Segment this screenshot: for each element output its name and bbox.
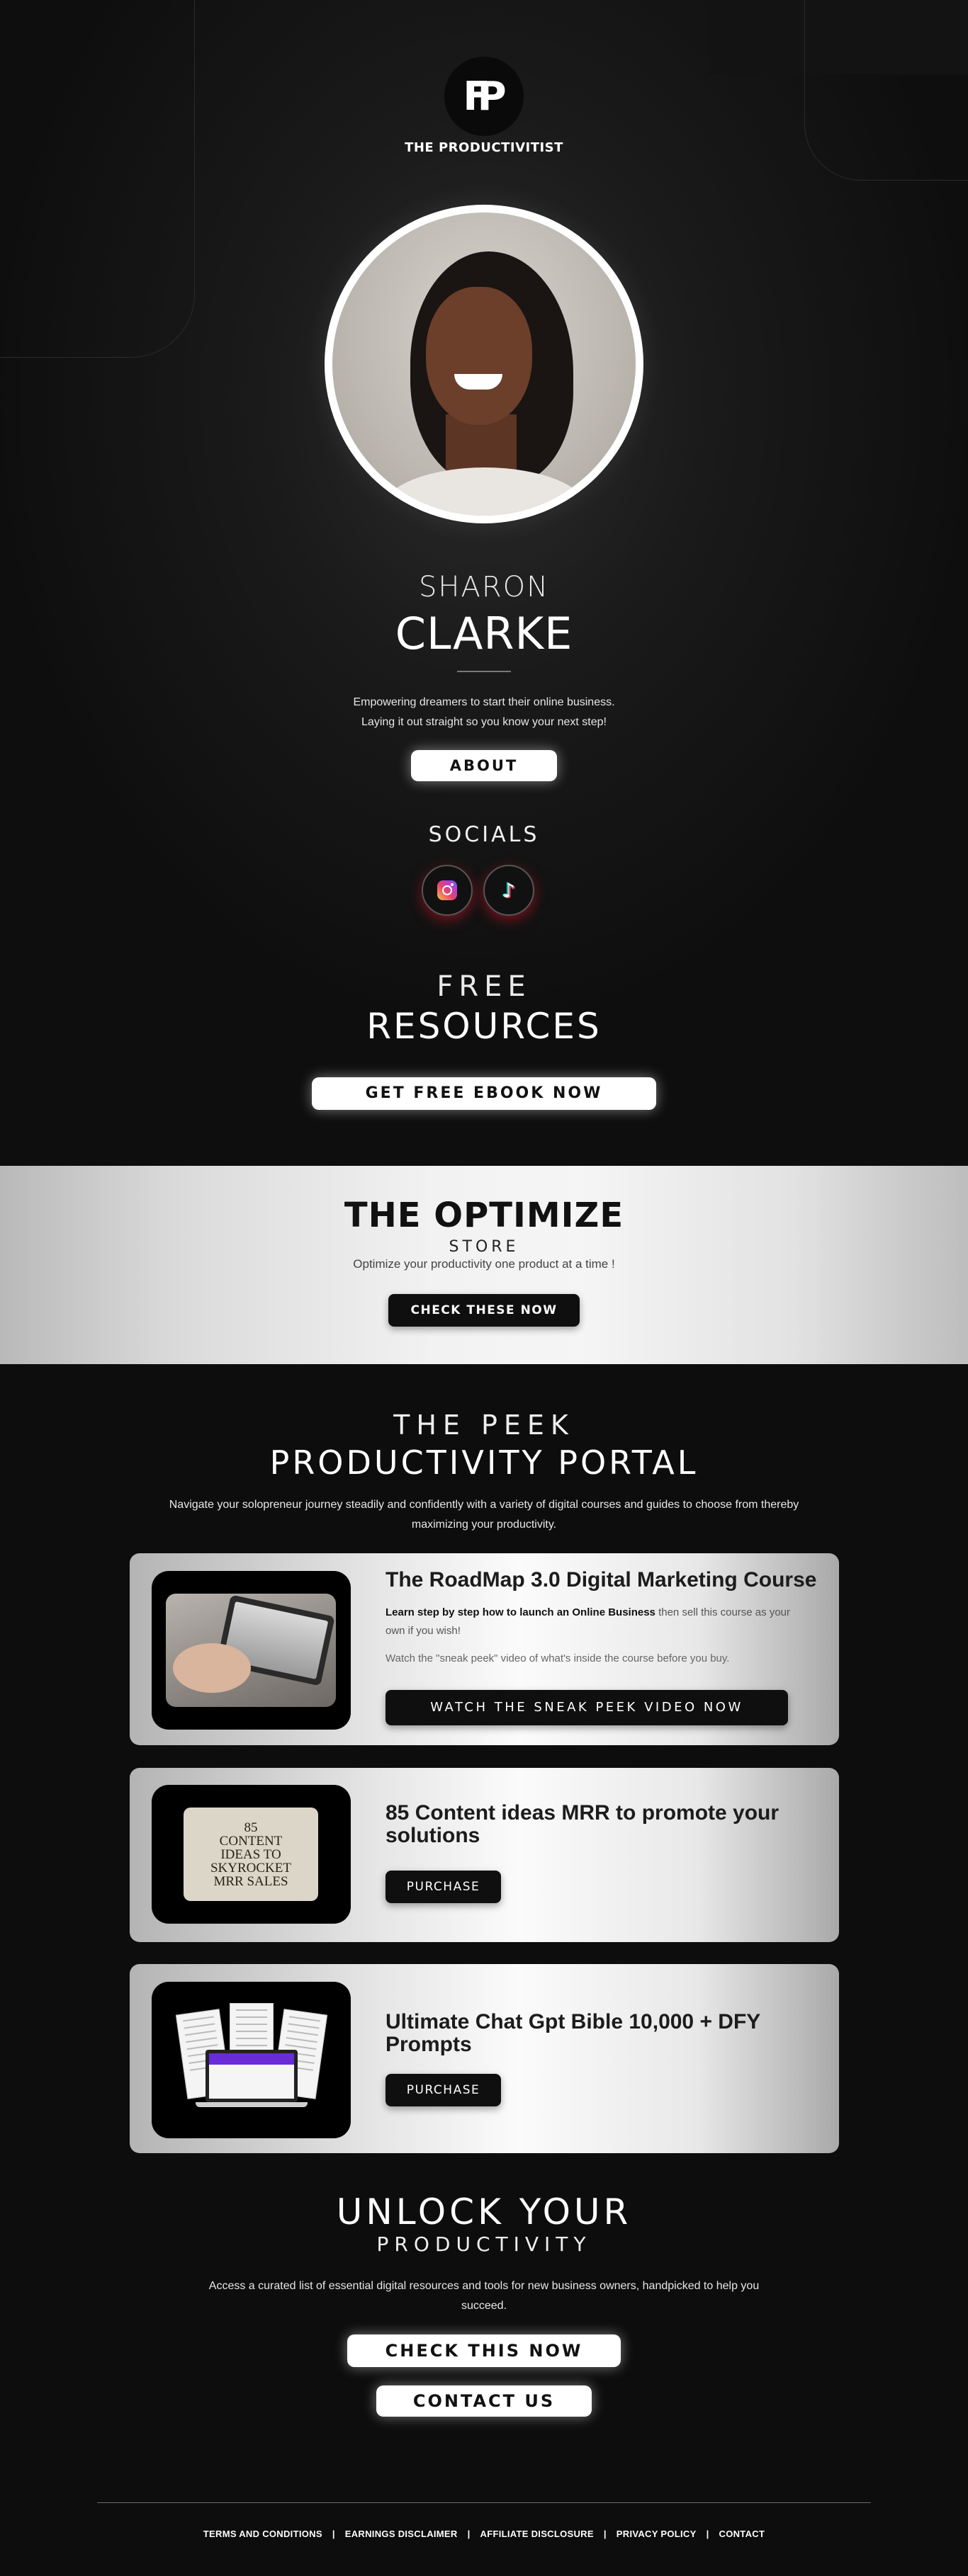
tiktok-icon: ♪	[502, 878, 515, 902]
tiktok-link[interactable]: ♪	[483, 865, 534, 916]
product-title: 85 Content ideas MRR to promote your sol…	[385, 1801, 780, 1847]
decorative-corner-left	[0, 0, 195, 358]
brand-logo-mark: FP	[463, 73, 506, 120]
portal-heading-line-2: PRODUCTIVITY PORTAL	[269, 1443, 699, 1482]
profile-avatar	[325, 205, 643, 523]
laptop-mockup	[206, 2050, 298, 2102]
laptop-base	[196, 2102, 308, 2107]
footer-link-affiliate-disclosure[interactable]: AFFILIATE DISCLOSURE	[471, 2529, 604, 2539]
product-thumbnail[interactable]	[152, 1982, 351, 2138]
free-resources-heading-line-2: RESOURCES	[366, 1006, 602, 1047]
product-card: 85 CONTENT IDEAS TO SKYROCKET MRR SALES …	[130, 1768, 839, 1942]
footer-link-privacy-policy[interactable]: PRIVACY POLICY	[607, 2529, 707, 2539]
socials-heading: SOCIALS	[428, 822, 540, 847]
unlock-description: Access a curated list of essential digit…	[208, 2280, 760, 2312]
cover-line: IDEAS TO	[220, 1846, 281, 1862]
page: FP THE PRODUCTIVITIST SHARON CLARKE Empo…	[0, 0, 968, 2576]
product-title: The RoadMap 3.0 Digital Marketing Course	[385, 1568, 817, 1591]
book-cover: 85 CONTENT IDEAS TO SKYROCKET MRR SALES	[184, 1808, 318, 1901]
cover-line: 85	[244, 1820, 258, 1835]
about-button[interactable]: ABOUT	[411, 750, 557, 781]
tagline-line-1: Empowering dreamers to start their onlin…	[353, 696, 615, 708]
get-free-ebook-button[interactable]: GET FREE EBOOK NOW	[312, 1077, 656, 1110]
purchase-button[interactable]: PURCHASE	[385, 1871, 501, 1903]
product-card: The RoadMap 3.0 Digital Marketing Course…	[130, 1553, 839, 1745]
product-title: Ultimate Chat Gpt Bible 10,000 + DFY Pro…	[385, 2010, 760, 2056]
store-description: Optimize your productivity one product a…	[353, 1257, 615, 1271]
brand-logo[interactable]: FP	[444, 57, 524, 136]
footer-divider	[97, 2502, 871, 2503]
brand-name: THE PRODUCTIVITIST	[405, 140, 563, 155]
unlock-heading-line-2: PRODUCTIVITY	[376, 2232, 592, 2256]
product-card: Ultimate Chat Gpt Bible 10,000 + DFY Pro…	[130, 1964, 839, 2153]
optimize-store-section: THE OPTIMIZE STORE Optimize your product…	[0, 1166, 968, 1364]
footer-link-contact[interactable]: CONTACT	[709, 2529, 775, 2539]
unlock-heading-line-1: UNLOCK YOUR	[336, 2191, 632, 2232]
name-divider	[457, 671, 511, 672]
contact-us-button[interactable]: CONTACT US	[376, 2385, 592, 2417]
profile-photo	[332, 212, 636, 516]
cover-line: MRR SALES	[213, 1873, 288, 1889]
profile-last-name: CLARKE	[395, 608, 573, 659]
check-this-now-button[interactable]: CHECK THIS NOW	[347, 2334, 621, 2367]
product-thumbnail[interactable]: 85 CONTENT IDEAS TO SKYROCKET MRR SALES	[152, 1785, 351, 1924]
footer-link-earnings-disclaimer[interactable]: EARNINGS DISCLAIMER	[335, 2529, 468, 2539]
instagram-link[interactable]	[422, 865, 473, 916]
cover-line: SKYROCKET	[210, 1860, 291, 1876]
product-thumbnail[interactable]	[152, 1571, 351, 1730]
store-title: THE OPTIMIZE	[344, 1196, 624, 1235]
store-subtitle: STORE	[449, 1238, 519, 1256]
product-description-bold: Learn step by step how to launch an Onli…	[385, 1606, 655, 1618]
portal-heading-line-1: THE PEEK	[393, 1409, 575, 1441]
footer-link-terms[interactable]: TERMS AND CONDITIONS	[193, 2529, 332, 2539]
hero-section: FP THE PRODUCTIVITIST SHARON CLARKE Empo…	[0, 0, 968, 1166]
check-these-now-button[interactable]: CHECK THESE NOW	[388, 1294, 580, 1327]
watch-sneak-peek-button[interactable]: WATCH THE SNEAK PEEK VIDEO NOW	[385, 1690, 788, 1725]
portal-description: Navigate your solopreneur journey steadi…	[169, 1499, 799, 1531]
free-resources-heading-line-1: FREE	[437, 970, 531, 1003]
product-note: Watch the "sneak peek" video of what's i…	[385, 1652, 730, 1664]
purchase-button[interactable]: PURCHASE	[385, 2074, 501, 2106]
product-description: Learn step by step how to launch an Onli…	[385, 1604, 811, 1640]
cover-line: CONTENT	[219, 1833, 283, 1849]
profile-tagline: Empowering dreamers to start their onlin…	[0, 693, 968, 732]
tagline-line-2: Laying it out straight so you know your …	[361, 716, 607, 728]
footer-nav: TERMS AND CONDITIONS | EARNINGS DISCLAIM…	[0, 2529, 968, 2539]
profile-first-name: SHARON	[418, 571, 550, 603]
instagram-icon	[437, 880, 457, 900]
tablet-photo	[166, 1594, 336, 1707]
